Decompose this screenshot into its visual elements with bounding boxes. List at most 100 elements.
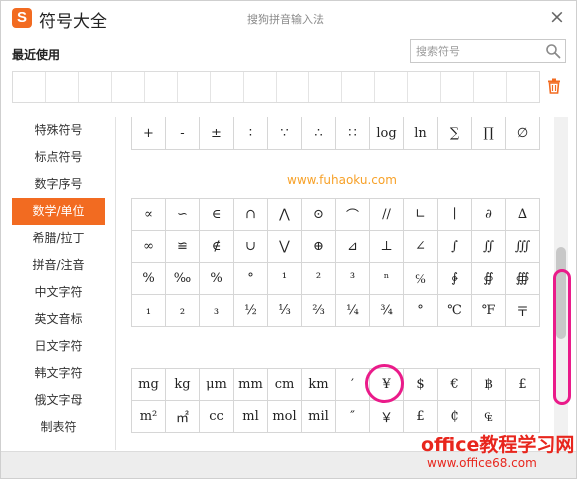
recent-slot[interactable] bbox=[13, 72, 46, 102]
search-icon[interactable] bbox=[545, 43, 561, 59]
scrollbar[interactable] bbox=[554, 117, 568, 450]
symbol-cell[interactable]: ℅ bbox=[403, 262, 438, 295]
symbol-cell[interactable]: kg bbox=[165, 368, 200, 401]
search-input[interactable] bbox=[416, 43, 540, 59]
symbol-cell[interactable]: ¹ bbox=[267, 262, 302, 295]
recent-slot[interactable] bbox=[375, 72, 409, 102]
symbol-cell[interactable]: ½ bbox=[233, 294, 268, 327]
symbol-cell[interactable]: ₃ bbox=[199, 294, 234, 327]
symbol-cell[interactable]: ℃ bbox=[437, 294, 472, 327]
symbol-cell[interactable]: ∠ bbox=[403, 230, 438, 263]
symbol-cell[interactable]: ± bbox=[199, 117, 234, 150]
close-button[interactable]: × bbox=[546, 6, 568, 28]
sidebar-item[interactable]: 日文字符 bbox=[12, 333, 105, 360]
sidebar-item[interactable]: 数学/单位 bbox=[12, 198, 105, 225]
symbol-cell[interactable]: ∴ bbox=[301, 117, 336, 150]
symbol-cell[interactable]: ⋁ bbox=[267, 230, 302, 263]
symbol-cell[interactable]: ∭ bbox=[505, 230, 540, 263]
symbol-cell[interactable]: μm bbox=[199, 368, 234, 401]
symbol-cell[interactable]: € bbox=[437, 368, 472, 401]
symbol-cell[interactable]: ∈ bbox=[199, 198, 234, 231]
symbol-cell[interactable]: ⌒ bbox=[335, 198, 370, 231]
sidebar-item[interactable]: 特殊符号 bbox=[12, 117, 105, 144]
symbol-cell[interactable]: ∂ bbox=[471, 198, 506, 231]
symbol-cell[interactable]: ⋀ bbox=[267, 198, 302, 231]
sidebar-item[interactable]: 中文字符 bbox=[12, 279, 105, 306]
symbol-cell[interactable]: ⊕ bbox=[301, 230, 336, 263]
symbol-cell[interactable]: ℉ bbox=[471, 294, 506, 327]
symbol-cell[interactable]: $ bbox=[403, 368, 438, 401]
symbol-cell[interactable]: ฿ bbox=[471, 368, 506, 401]
symbol-cell[interactable]: ′ bbox=[335, 368, 370, 401]
sidebar-item[interactable]: 拼音/注音 bbox=[12, 252, 105, 279]
scrollbar-thumb[interactable] bbox=[556, 247, 566, 339]
symbol-cell[interactable]: ∅ bbox=[505, 117, 540, 150]
recent-slot[interactable] bbox=[342, 72, 376, 102]
symbol-cell[interactable]: ² bbox=[301, 262, 336, 295]
recent-slot[interactable] bbox=[112, 72, 145, 102]
symbol-cell[interactable]: ∽ bbox=[165, 198, 200, 231]
sidebar-item[interactable]: 数字序号 bbox=[12, 171, 105, 198]
symbol-cell[interactable]: ‰ bbox=[165, 262, 200, 295]
symbol-cell[interactable]: ⊥ bbox=[369, 230, 404, 263]
sidebar-item[interactable]: 标点符号 bbox=[12, 144, 105, 171]
symbol-cell[interactable]: ¾ bbox=[369, 294, 404, 327]
symbol-cell[interactable]: - bbox=[165, 117, 200, 150]
symbol-cell[interactable]: ∫ bbox=[437, 230, 472, 263]
symbol-cell[interactable]: 〒 bbox=[505, 294, 540, 327]
symbol-cell[interactable]: % bbox=[131, 262, 166, 295]
symbol-cell[interactable]: £ bbox=[505, 368, 540, 401]
sidebar-item[interactable]: 制表符 bbox=[12, 414, 105, 441]
symbol-cell[interactable]: mol bbox=[267, 400, 302, 433]
recent-slot[interactable] bbox=[79, 72, 112, 102]
recent-slot[interactable] bbox=[309, 72, 343, 102]
symbol-cell[interactable]: cm bbox=[267, 368, 302, 401]
symbol-cell[interactable]: ∪ bbox=[233, 230, 268, 263]
symbol-cell[interactable]: ∞ bbox=[131, 230, 166, 263]
symbol-cell[interactable] bbox=[505, 400, 540, 433]
symbol-cell[interactable]: ⊙ bbox=[301, 198, 336, 231]
trash-icon[interactable] bbox=[547, 78, 561, 94]
symbol-cell[interactable]: ¥ bbox=[369, 368, 404, 401]
sidebar-item[interactable]: 韩文字符 bbox=[12, 360, 105, 387]
symbol-cell[interactable]: ¼ bbox=[335, 294, 370, 327]
symbol-cell[interactable]: ⁿ bbox=[369, 262, 404, 295]
symbol-cell[interactable]: ₠ bbox=[471, 400, 506, 433]
symbol-cell[interactable]: km bbox=[301, 368, 336, 401]
symbol-cell[interactable]: ￥ bbox=[369, 400, 404, 433]
symbol-cell[interactable]: ₂ bbox=[165, 294, 200, 327]
symbol-cell[interactable]: ³ bbox=[335, 262, 370, 295]
symbol-cell[interactable]: ∆ bbox=[505, 198, 540, 231]
recent-slot[interactable] bbox=[145, 72, 178, 102]
sidebar-item[interactable]: 希腊/拉丁 bbox=[12, 225, 105, 252]
symbol-cell[interactable]: ≌ bbox=[165, 230, 200, 263]
recent-slot[interactable] bbox=[474, 72, 508, 102]
recent-slot[interactable] bbox=[408, 72, 442, 102]
symbol-cell[interactable]: ㎡ bbox=[165, 400, 200, 433]
symbol-cell[interactable]: ml bbox=[233, 400, 268, 433]
symbol-cell[interactable]: ∰ bbox=[505, 262, 540, 295]
symbol-cell[interactable]: ∯ bbox=[471, 262, 506, 295]
symbol-cell[interactable]: ″ bbox=[335, 400, 370, 433]
search-box[interactable] bbox=[410, 39, 566, 63]
recent-slot[interactable] bbox=[211, 72, 244, 102]
symbol-cell[interactable]: cc bbox=[199, 400, 234, 433]
symbol-cell[interactable]: + bbox=[131, 117, 166, 150]
symbol-cell[interactable]: ∝ bbox=[131, 198, 166, 231]
symbol-cell[interactable]: ∟ bbox=[403, 198, 438, 231]
symbol-cell[interactable]: ∷ bbox=[335, 117, 370, 150]
symbol-cell[interactable]: ln bbox=[403, 117, 438, 150]
symbol-cell[interactable]: ∑ bbox=[437, 117, 472, 150]
symbol-cell[interactable]: // bbox=[369, 198, 404, 231]
symbol-cell[interactable]: ∵ bbox=[267, 117, 302, 150]
recent-slot[interactable] bbox=[277, 72, 310, 102]
symbol-cell[interactable]: mm bbox=[233, 368, 268, 401]
symbol-cell[interactable]: ∩ bbox=[233, 198, 268, 231]
symbol-cell[interactable]: ∬ bbox=[471, 230, 506, 263]
symbol-cell[interactable]: ₁ bbox=[131, 294, 166, 327]
sidebar-item[interactable]: 英文音标 bbox=[12, 306, 105, 333]
symbol-cell[interactable]: % bbox=[199, 262, 234, 295]
symbol-cell[interactable]: ∶ bbox=[233, 117, 268, 150]
recent-slot[interactable] bbox=[244, 72, 277, 102]
symbol-cell[interactable]: ° bbox=[403, 294, 438, 327]
